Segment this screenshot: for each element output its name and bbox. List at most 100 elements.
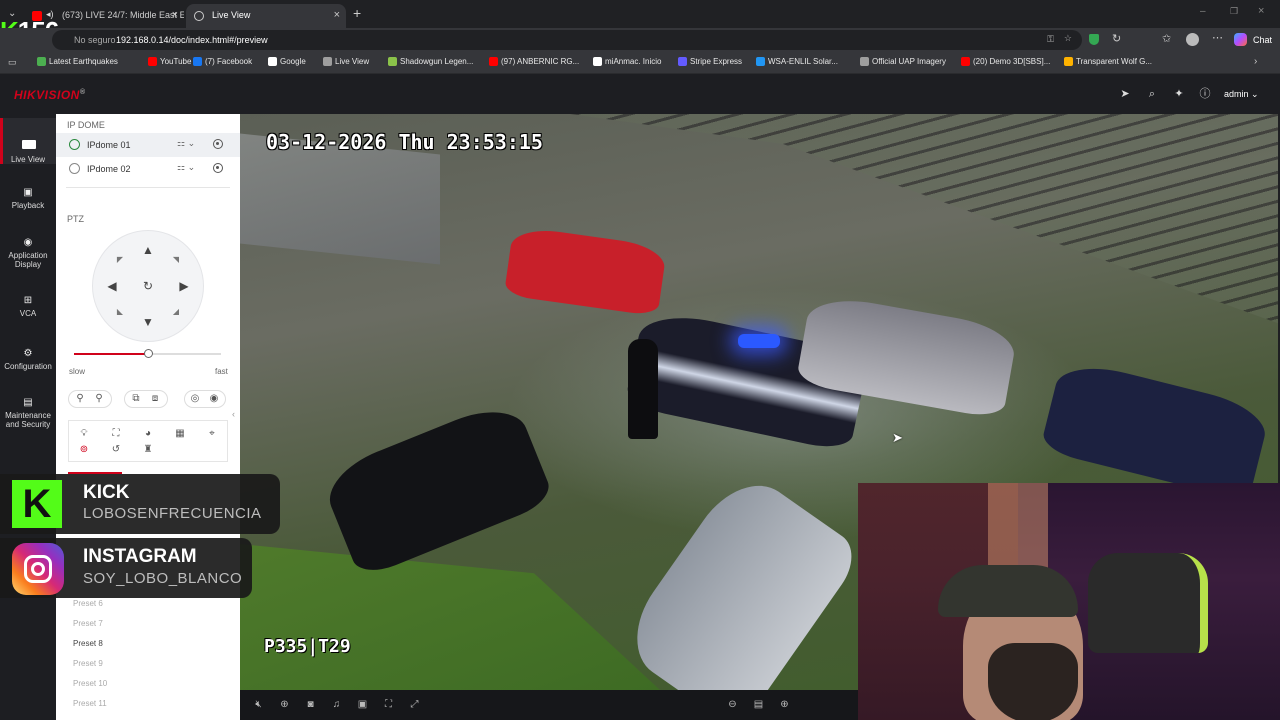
bookmark-item[interactable]: WSA-ENLIL Solar... xyxy=(756,57,838,66)
zoom-in-icon[interactable]: ⚲ xyxy=(92,392,106,406)
bookmark-item[interactable]: Google xyxy=(268,57,306,66)
grid-icon[interactable]: ▦ xyxy=(173,427,187,441)
bookmark-item[interactable]: Live View xyxy=(323,57,369,66)
search-icon[interactable]: ⌕ xyxy=(1146,88,1158,100)
preset-item[interactable]: Preset 10 xyxy=(73,679,107,688)
app-header: HIKVISION® ➤ ⌕ ✦ ⓘ admin ⌄ xyxy=(0,74,1280,114)
ptz-speed-slider[interactable] xyxy=(74,349,221,358)
nav-maintenance-security[interactable]: ▤ Maintenance and Security xyxy=(0,398,56,438)
preset-item[interactable]: Preset 6 xyxy=(73,599,103,608)
ptz-up-icon[interactable]: ▲ xyxy=(141,243,155,257)
ptz-down-icon[interactable]: ▼ xyxy=(141,315,155,329)
preset-item[interactable]: Preset 8 xyxy=(73,639,103,648)
tab-live-view[interactable]: Live View × xyxy=(186,4,346,28)
iris-open-icon[interactable]: ◎ xyxy=(188,392,202,406)
next-page-icon[interactable]: ⊕ xyxy=(778,698,791,711)
ptz-down-left-icon[interactable]: ◣ xyxy=(113,305,127,319)
window-layout-icon[interactable]: ▤ xyxy=(752,698,765,711)
capture-icon[interactable]: ◙ xyxy=(304,698,317,711)
nav-vca[interactable]: ⊞ VCA xyxy=(0,296,56,326)
streamer-cap xyxy=(938,565,1078,617)
zoom-out-icon[interactable]: ⚲ xyxy=(73,392,87,406)
bookmark-item[interactable]: (97) ANBERNIC RG... xyxy=(489,57,579,66)
stream-select-icon[interactable]: ⚏ ⌄ xyxy=(177,162,195,173)
ptz-left-icon[interactable]: ◀ xyxy=(105,279,119,293)
minimize-icon[interactable]: – xyxy=(1200,6,1206,17)
previous-page-icon[interactable]: ⊖ xyxy=(726,698,739,711)
one-touch-icon[interactable]: ♜ xyxy=(141,443,155,457)
ptz-right-icon[interactable]: ▶ xyxy=(177,279,191,293)
focus-far-icon[interactable]: ⧈ xyxy=(148,392,162,406)
camera-item-ipdome-02[interactable]: IPdome 02 ⚏ ⌄ xyxy=(56,157,240,181)
bookmark-item[interactable]: Official UAP Imagery xyxy=(860,57,946,66)
mute-icon[interactable]: 🔇︎ xyxy=(252,698,265,711)
webcam-chair xyxy=(1088,553,1208,653)
bookmark-item[interactable]: miAnmac. Inicio xyxy=(593,57,661,66)
hikvision-logo: HIKVISION® xyxy=(14,88,86,102)
lens-init-icon[interactable]: ⌖ xyxy=(205,427,219,441)
nav-live-view[interactable]: Live View xyxy=(0,118,56,164)
send-icon[interactable]: ➤ xyxy=(1119,88,1131,100)
light-icon[interactable]: 💡︎ xyxy=(77,427,91,441)
preset-item[interactable]: Preset 7 xyxy=(73,619,103,628)
nav-configuration[interactable]: ⚙ Configuration xyxy=(0,349,56,379)
bookmark-item[interactable]: Latest Earthquakes xyxy=(37,57,118,66)
url-field[interactable]: No seguro 192.168.0.14/doc/index.html#/p… xyxy=(52,30,1082,50)
speed-fast-label: fast xyxy=(215,367,228,376)
sidebar-toggle-icon[interactable]: ▭ xyxy=(8,57,17,68)
wiper-icon[interactable]: ◕ xyxy=(141,427,155,441)
bookmark-star-icon[interactable]: ☆ xyxy=(1064,33,1072,44)
new-tab-icon[interactable]: + xyxy=(353,5,361,21)
preset-item[interactable]: Preset 9 xyxy=(73,659,103,668)
favorites-icon[interactable]: ✩ xyxy=(1162,32,1171,45)
bookmark-item[interactable]: Shadowgun Legen... xyxy=(388,57,473,66)
key-icon[interactable]: ⚿ xyxy=(1047,34,1054,45)
more-menu-icon[interactable]: ⋯ xyxy=(1212,31,1223,44)
preset-item[interactable]: Preset 11 xyxy=(73,699,107,708)
record-icon[interactable] xyxy=(213,163,223,173)
bookmark-item[interactable]: Transparent Wolf G... xyxy=(1064,57,1152,66)
close-window-icon[interactable]: × xyxy=(1258,5,1264,17)
bookmark-label: WSA-ENLIL Solar... xyxy=(768,57,838,66)
digital-zoom-icon[interactable]: ⊕ xyxy=(278,698,291,711)
user-menu[interactable]: admin ⌄ xyxy=(1224,89,1259,100)
bookmark-favicon-icon xyxy=(37,57,46,66)
nav-application-display[interactable]: ◉ Application Display xyxy=(0,238,56,278)
record-icon[interactable] xyxy=(213,139,223,149)
microphone-icon[interactable]: ♫ xyxy=(330,698,343,711)
ptz-up-right-icon[interactable]: ◥ xyxy=(169,253,183,267)
ptz-up-left-icon[interactable]: ◤ xyxy=(113,253,127,267)
region-focus-icon[interactable]: ⛶ xyxy=(382,698,395,711)
bookmark-item[interactable]: (20) Demo 3D[SBS]... xyxy=(961,57,1050,66)
monitor-icon xyxy=(22,140,36,149)
shield-extension-icon[interactable] xyxy=(1089,34,1099,45)
speed-knob[interactable] xyxy=(143,349,153,358)
insecure-label[interactable]: No seguro xyxy=(74,35,116,45)
stream-select-icon[interactable]: ⚏ ⌄ xyxy=(177,138,195,149)
bookmark-item[interactable]: (7) Facebook xyxy=(193,57,252,66)
manual-track-icon[interactable]: ⊚ xyxy=(77,443,91,457)
chat-button[interactable]: Chat xyxy=(1253,35,1272,45)
3d-position-icon[interactable]: ⛶ xyxy=(109,427,123,441)
ptz-auto-scan-icon[interactable]: ↻ xyxy=(141,279,155,293)
iris-close-icon[interactable]: ◉ xyxy=(207,392,221,406)
copilot-icon[interactable] xyxy=(1234,33,1247,46)
record-clip-icon[interactable]: ▣ xyxy=(356,698,369,711)
close-tab-icon[interactable]: × xyxy=(172,9,178,21)
restore-icon[interactable]: ❐ xyxy=(1230,6,1238,17)
wizard-icon[interactable]: ✦ xyxy=(1173,88,1185,100)
bookmark-item[interactable]: Stripe Express xyxy=(678,57,742,66)
info-icon[interactable]: ⓘ xyxy=(1199,88,1211,100)
close-tab-icon[interactable]: × xyxy=(334,9,340,21)
more-bookmarks-icon[interactable]: › xyxy=(1254,56,1257,67)
ptz-down-right-icon[interactable]: ◢ xyxy=(169,305,183,319)
fullscreen-icon[interactable]: ⤢ xyxy=(408,698,421,711)
camera-item-ipdome-01[interactable]: IPdome 01 ⚏ ⌄ xyxy=(56,133,240,157)
refresh-extension-icon[interactable]: ↻ xyxy=(1112,32,1121,45)
focus-near-icon[interactable]: ⧉ xyxy=(129,392,143,406)
profile-avatar[interactable] xyxy=(1186,33,1199,46)
bookmark-item[interactable]: YouTube xyxy=(148,57,191,66)
collapse-panel-icon[interactable]: ‹ xyxy=(232,409,235,419)
nav-playback[interactable]: ▣ Playback xyxy=(0,188,56,218)
park-action-icon[interactable]: ↺ xyxy=(109,443,123,457)
